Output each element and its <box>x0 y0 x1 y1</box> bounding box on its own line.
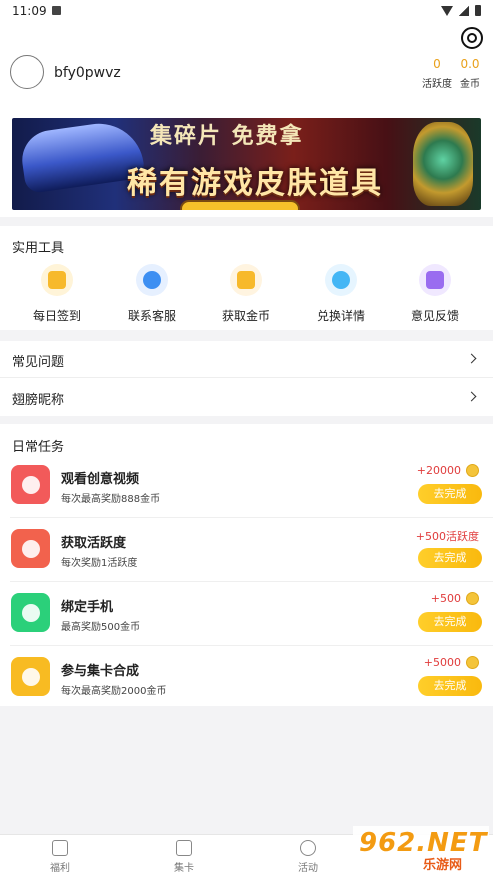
tab-label: 集卡 <box>174 863 194 874</box>
tool-label: 意见反馈 <box>410 309 459 323</box>
gift-icon <box>230 264 262 296</box>
avatar[interactable] <box>10 55 44 89</box>
task-row: 绑定手机最高奖励500金币 +500 去完成 <box>0 582 493 646</box>
status-time: 11:09 <box>12 4 47 18</box>
reward-amount: +500 <box>430 592 461 605</box>
task-reward: +5000 <box>424 656 479 669</box>
complete-task-button[interactable]: 去完成 <box>418 676 482 696</box>
gold-value: 0.0 <box>460 57 480 71</box>
reward-amount: +5000 <box>423 656 461 669</box>
coin-icon <box>466 464 479 477</box>
watermark-sub: 乐游网 <box>423 858 463 873</box>
tool-item[interactable]: 兑换详情 <box>296 264 386 324</box>
task-name: 参与集卡合成 <box>61 664 140 679</box>
diamond-icon <box>325 264 357 296</box>
tab-3[interactable]: 活动 <box>278 840 338 874</box>
task-row: 观看创意视频每次最高奖励888金币 +20000 去完成 <box>0 454 493 518</box>
card-star-icon <box>176 840 192 856</box>
icon-glyph <box>237 271 255 289</box>
tools-section: 实用工具 每日签到 联系客服 获取金币 兑换详情 意见反馈 <box>0 226 493 330</box>
chevron-right-icon <box>466 391 477 402</box>
notification-icon <box>52 6 61 15</box>
tool-label: 获取金币 <box>221 309 270 323</box>
tab-label: 福利 <box>50 863 70 874</box>
gift-icon <box>52 840 68 856</box>
headset-icon <box>136 264 168 296</box>
tab-2[interactable]: 集卡 <box>154 840 214 874</box>
tasks-title: 日常任务 <box>12 440 65 455</box>
signal-icon <box>459 5 469 16</box>
complete-task-button[interactable]: 去完成 <box>418 612 482 632</box>
coin-icon <box>466 592 479 605</box>
icon-glyph <box>21 667 40 686</box>
radiation-icon <box>11 529 50 568</box>
play-icon <box>11 465 50 504</box>
battery-icon <box>475 5 481 16</box>
complete-task-button[interactable]: 去完成 <box>418 548 482 568</box>
settings-icon[interactable] <box>461 27 483 49</box>
icon-glyph <box>21 475 40 494</box>
tool-label: 兑换详情 <box>316 309 365 323</box>
icon-glyph <box>143 271 161 289</box>
tool-item[interactable]: 意见反馈 <box>390 264 480 324</box>
calendar-icon <box>41 264 73 296</box>
system-icons <box>441 5 481 16</box>
task-reward: +500 <box>431 592 479 605</box>
ball-icon <box>300 840 316 856</box>
icon-glyph <box>21 539 40 558</box>
icon-glyph <box>426 271 444 289</box>
banner-headline-main: 稀有游戏皮肤道具 <box>127 166 383 201</box>
task-name: 绑定手机 <box>61 600 114 615</box>
menu-section: 常见问题 翅膀昵称 <box>0 341 493 416</box>
profile-header: bfy0pwvz 0 活跃度 0.0 金币 集碎片 免费拿 稀有游戏皮肤道具 <box>0 22 493 217</box>
task-description: 最高奖励500金币 <box>61 622 141 633</box>
menu-item-label: 翅膀昵称 <box>12 393 65 408</box>
tool-label: 每日签到 <box>32 309 81 323</box>
task-row: 参与集卡合成每次最高奖励2000金币 +5000 去完成 <box>0 646 493 710</box>
site-watermark: 962.NET 乐游网 <box>353 826 489 874</box>
reward-amount: +20000 <box>416 464 461 477</box>
task-description: 每次奖励1活跃度 <box>61 558 138 569</box>
card-icon <box>419 264 451 296</box>
gold-label: 金币 <box>460 79 480 90</box>
emblem-image <box>413 122 473 206</box>
tool-label: 联系客服 <box>127 309 176 323</box>
task-reward: +500活跃度 <box>416 528 479 544</box>
gold-stat[interactable]: 0.0 金币 <box>450 57 490 90</box>
task-description: 每次最高奖励888金币 <box>61 494 161 505</box>
icon-glyph <box>332 271 350 289</box>
menu-item-label: 常见问题 <box>12 355 65 370</box>
tool-item[interactable]: 每日签到 <box>12 264 102 324</box>
promo-banner[interactable]: 集碎片 免费拿 稀有游戏皮肤道具 <box>12 118 481 210</box>
wifi-icon <box>441 5 453 16</box>
icon-glyph <box>21 603 40 622</box>
tab-label: 活动 <box>298 863 318 874</box>
coin-icon <box>466 656 479 669</box>
task-name: 获取活跃度 <box>61 536 127 551</box>
task-name: 观看创意视频 <box>61 472 140 487</box>
menu-item-nickname[interactable]: 翅膀昵称 <box>0 379 493 416</box>
reward-amount: +500活跃度 <box>415 530 479 543</box>
tool-item[interactable]: 联系客服 <box>107 264 197 324</box>
status-bar: 11:09 <box>0 0 493 22</box>
tool-item[interactable]: 获取金币 <box>201 264 291 324</box>
task-reward: +20000 <box>417 464 479 477</box>
menu-item-faq[interactable]: 常见问题 <box>0 341 493 378</box>
task-row: 获取活跃度每次奖励1活跃度 +500活跃度去完成 <box>0 518 493 582</box>
icon-glyph <box>48 271 66 289</box>
tools-title: 实用工具 <box>12 241 65 256</box>
chevron-right-icon <box>466 353 477 364</box>
username: bfy0pwvz <box>54 65 121 81</box>
task-description: 每次最高奖励2000金币 <box>61 686 167 697</box>
banner-button <box>180 200 300 210</box>
banner-headline-top: 集碎片 免费拿 <box>150 124 304 149</box>
complete-task-button[interactable]: 去完成 <box>418 484 482 504</box>
phone-icon <box>11 593 50 632</box>
daily-tasks-section: 日常任务 观看创意视频 每次最高奖励888金币 +20000 去完成 获取活跃度 每次奖励… <box>0 424 493 706</box>
puzzle-icon <box>11 657 50 696</box>
tab-1[interactable]: 福利 <box>30 840 90 874</box>
